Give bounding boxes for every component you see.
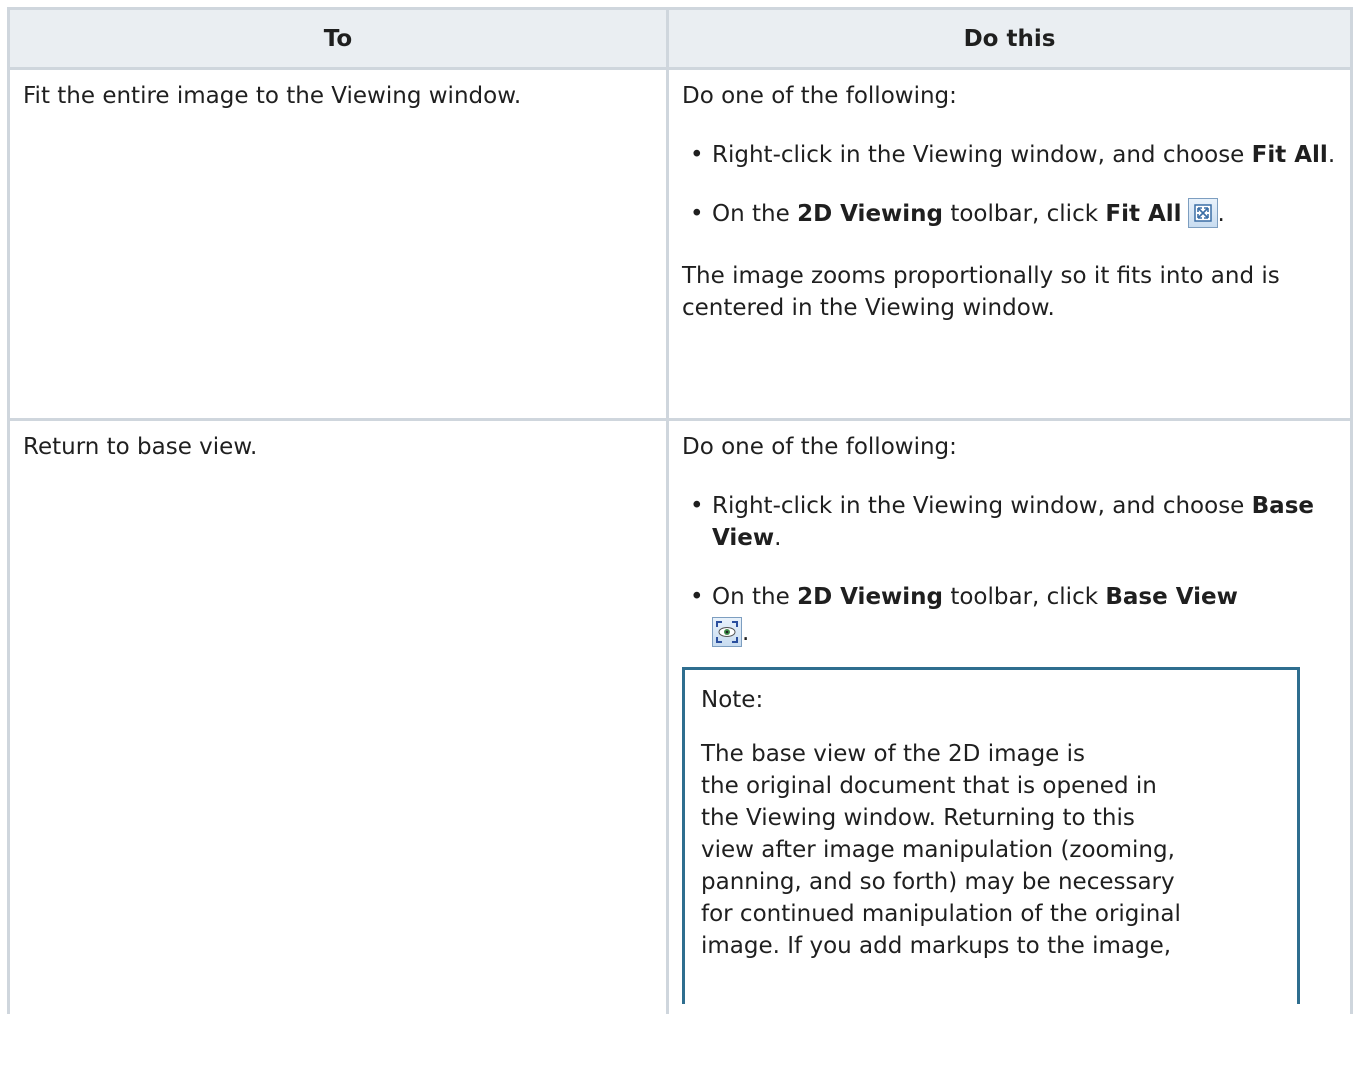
bullet-dot: • <box>690 201 704 227</box>
bullet-dot: • <box>690 584 704 610</box>
note-line: view after image manipulation (zooming, <box>701 837 1175 863</box>
note-line: image. If you add markups to the image, <box>701 933 1172 959</box>
header-do-this: Do this <box>666 7 1353 70</box>
instruction-table: To Do this Fit the entire image to the V… <box>7 7 1353 1014</box>
row1-bullet-1-command: Fit All <box>1251 142 1328 168</box>
bullet-dot: • <box>690 142 704 168</box>
row1-bullet-list: • Right-click in the Viewing window, and… <box>682 139 1337 230</box>
row1-to-cell: Fit the entire image to the Viewing wind… <box>7 67 669 421</box>
row1-bullet-1-end: . <box>1327 142 1336 168</box>
header-to: To <box>7 7 669 70</box>
fit-all-icon <box>1187 198 1218 228</box>
row2-bullet-2-toolbar: 2D Viewing <box>797 584 944 610</box>
row1-bullet-2-command: Fit All <box>1105 201 1182 227</box>
row2-bullet-1-text: Right-click in the Viewing window, and c… <box>712 493 1252 519</box>
note-title: Note: <box>701 687 764 713</box>
row1-bullet-2: • On the 2D Viewing toolbar, click Fit A… <box>682 198 1337 230</box>
row1-bullet-2-text: On the <box>712 201 798 227</box>
row1-result: The image zooms proportionally so it fit… <box>682 263 1280 321</box>
note-line: for continued manipulation of the origin… <box>701 901 1181 927</box>
row2-bullet-2: • On the 2D Viewing toolbar, click Base … <box>682 581 1337 649</box>
row1-bullet-2-mid: toolbar, click <box>943 201 1106 227</box>
row1-do-cell: Do one of the following: • Right-click i… <box>666 67 1353 421</box>
table-header-row: To Do this <box>7 7 1353 70</box>
row2-bullet-1-end: . <box>774 525 782 551</box>
row2-bullet-2-command: Base View <box>1105 584 1238 610</box>
row1-bullet-1-text: Right-click in the Viewing window, and c… <box>712 142 1252 168</box>
note-line: the Viewing window. Returning to this <box>701 805 1135 831</box>
row2-do-cell: Do one of the following: • Right-click i… <box>666 418 1353 1014</box>
table-row: Fit the entire image to the Viewing wind… <box>7 67 1353 421</box>
row1-bullet-2-toolbar: 2D Viewing <box>797 201 944 227</box>
row2-bullet-1: • Right-click in the Viewing window, and… <box>682 490 1337 554</box>
note-box: Note: The base view of the 2D image is t… <box>682 667 1300 1004</box>
row1-intro: Do one of the following: <box>682 83 957 109</box>
row1-bullet-2-end: . <box>1217 201 1225 227</box>
row2-to-cell: Return to base view. <box>7 418 669 1014</box>
note-line: The base view of the 2D image is <box>701 741 1086 767</box>
bullet-dot: • <box>690 493 704 519</box>
table-row: Return to base view. Do one of the follo… <box>7 418 1353 1014</box>
note-line: the original document that is opened in <box>701 773 1157 799</box>
row2-bullet-list: • Right-click in the Viewing window, and… <box>682 490 1337 649</box>
note-line: panning, and so forth) may be necessary <box>701 869 1175 895</box>
row2-bullet-2-mid: toolbar, click <box>943 584 1106 610</box>
row2-bullet-2-text: On the <box>712 584 798 610</box>
row2-intro: Do one of the following: <box>682 434 957 460</box>
base-view-icon <box>712 617 742 647</box>
row1-bullet-1: • Right-click in the Viewing window, and… <box>682 139 1337 171</box>
row2-bullet-2-end: . <box>742 620 750 646</box>
